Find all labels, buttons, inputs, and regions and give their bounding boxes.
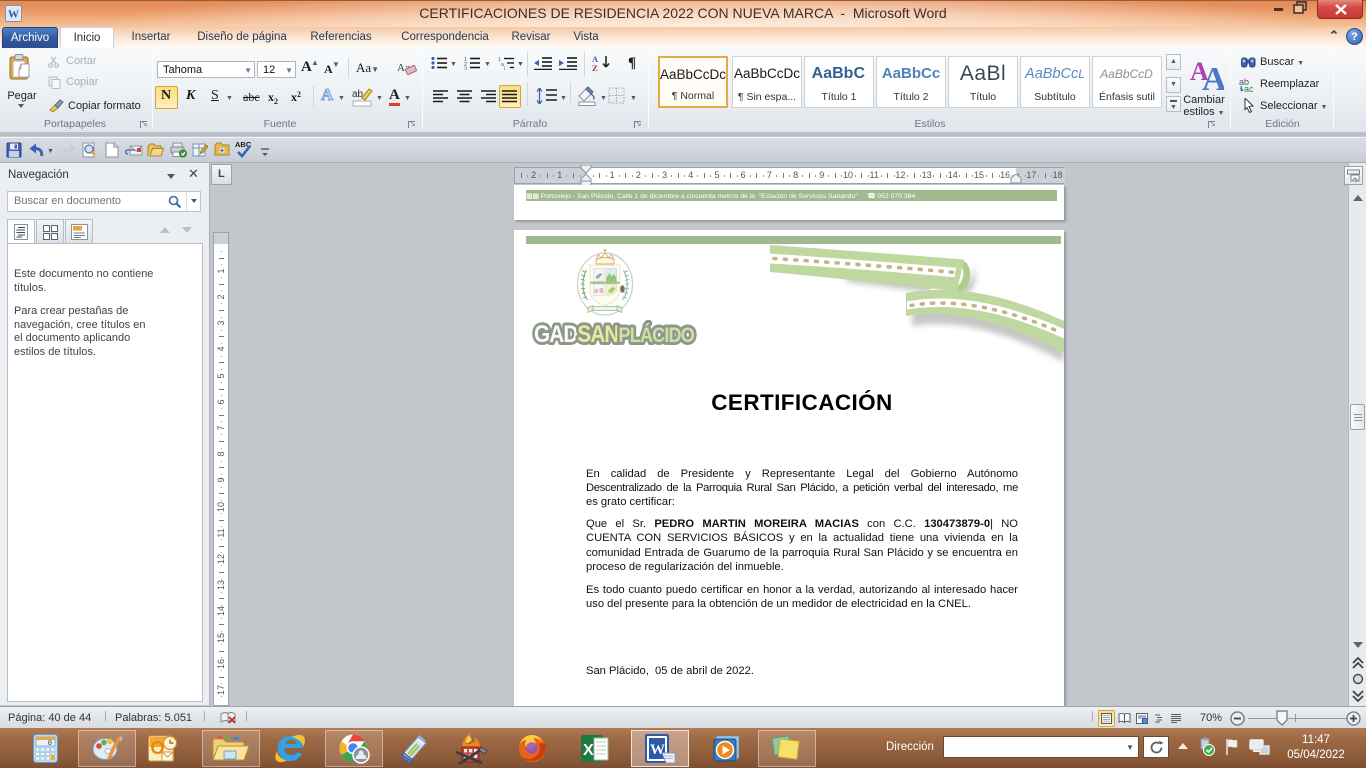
svg-text:W: W xyxy=(8,9,19,21)
svg-text:X: X xyxy=(583,742,594,759)
svg-text:Z: Z xyxy=(592,63,598,72)
svg-text:A: A xyxy=(1202,61,1224,92)
svg-text:0: 0 xyxy=(48,740,52,748)
svg-text:GADSANPLÁCIDO: GADSANPLÁCIDO xyxy=(534,321,695,348)
svg-text:i: i xyxy=(504,67,505,71)
svg-text:ac: ac xyxy=(1244,84,1254,92)
svg-text:3: 3 xyxy=(464,67,467,71)
